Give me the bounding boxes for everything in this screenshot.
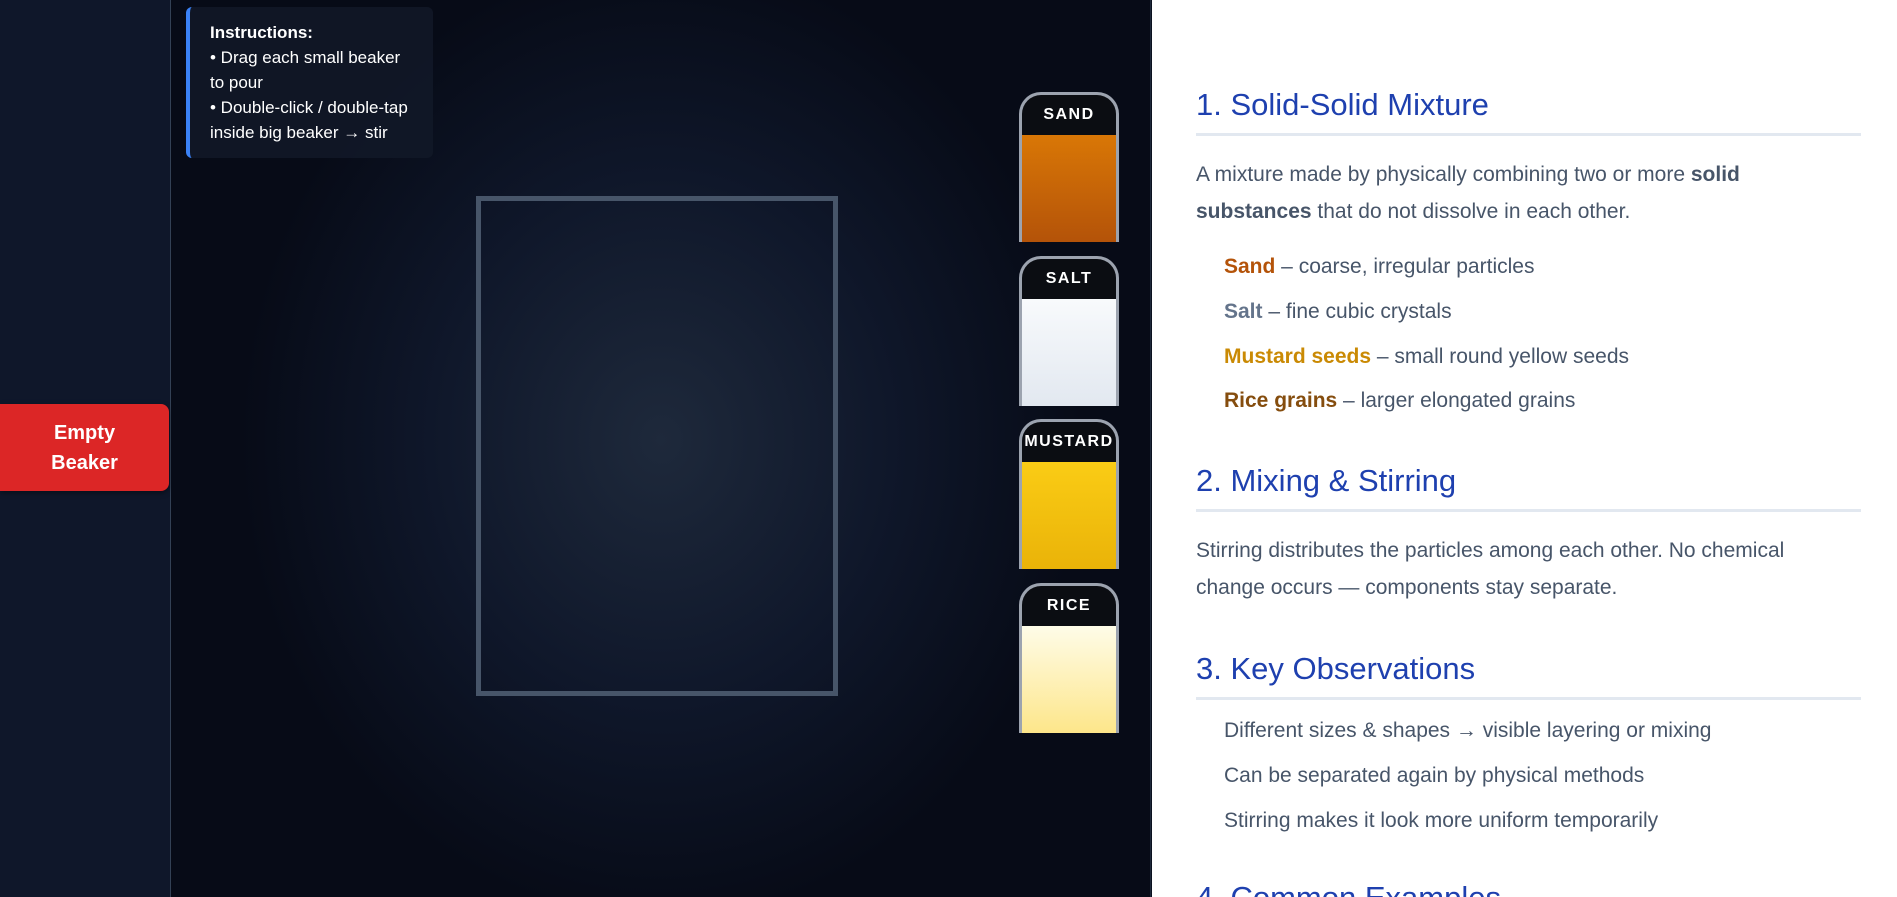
big-beaker[interactable] bbox=[476, 196, 838, 696]
observation-item: Different sizes & shapes → visible layer… bbox=[1224, 719, 1712, 742]
section-heading-solid-mixture: 1. Solid-Solid Mixture bbox=[1196, 87, 1861, 136]
section-heading-examples: 4. Common Examples bbox=[1196, 880, 1861, 897]
left-sidebar: Empty Beaker bbox=[0, 0, 171, 897]
rice-fill bbox=[1022, 626, 1116, 733]
intro-text-end: that do not dissolve in each other. bbox=[1311, 200, 1631, 223]
item-name: Salt bbox=[1224, 300, 1263, 323]
instructions-title: Instructions: bbox=[210, 23, 313, 42]
instructions-panel: Instructions: • Drag each small beaker t… bbox=[186, 7, 433, 158]
list-item-rice: Rice grains – larger elongated grains bbox=[1224, 389, 1575, 413]
item-desc: – coarse, irregular particles bbox=[1275, 255, 1535, 278]
item-name: Rice grains bbox=[1224, 389, 1338, 412]
mustard-beaker-label: MUSTARD bbox=[1024, 433, 1114, 450]
list-item-salt: Salt – fine cubic crystals bbox=[1224, 300, 1452, 324]
lab-area: Instructions: • Drag each small beaker t… bbox=[171, 0, 1151, 897]
instruction-line: • Double-click / double-tap inside big b… bbox=[210, 98, 413, 142]
mustard-beaker[interactable]: MUSTARD bbox=[1019, 419, 1119, 569]
intro-text: A mixture made by physically combining t… bbox=[1196, 163, 1691, 186]
salt-fill bbox=[1022, 299, 1116, 406]
section-heading-mixing: 2. Mixing & Stirring bbox=[1196, 463, 1861, 512]
salt-beaker-label: SALT bbox=[1045, 270, 1093, 287]
sand-fill bbox=[1022, 135, 1116, 242]
mustard-fill bbox=[1022, 462, 1116, 569]
observation-item: Can be separated again by physical metho… bbox=[1224, 764, 1645, 787]
mixing-text: Stirring distributes the particles among… bbox=[1196, 539, 1785, 599]
observation-item: Stirring makes it look more uniform temp… bbox=[1224, 809, 1659, 832]
section-heading-observations: 3. Key Observations bbox=[1196, 651, 1861, 700]
salt-beaker[interactable]: SALT bbox=[1019, 256, 1119, 406]
rice-beaker[interactable]: RICE bbox=[1019, 583, 1119, 733]
item-name: Sand bbox=[1224, 255, 1276, 278]
list-item-sand: Sand – coarse, irregular particles bbox=[1224, 255, 1534, 279]
info-panel: 1. Solid-Solid Mixture A mixture made by… bbox=[1152, 0, 1897, 897]
item-desc: – fine cubic crystals bbox=[1262, 300, 1452, 323]
empty-beaker-button[interactable]: Empty Beaker bbox=[0, 404, 169, 491]
rice-beaker-label: RICE bbox=[1046, 597, 1092, 614]
item-desc: – larger elongated grains bbox=[1337, 389, 1576, 412]
sand-beaker-label: SAND bbox=[1043, 106, 1095, 123]
sand-beaker[interactable]: SAND bbox=[1019, 92, 1119, 242]
list-item-mustard: Mustard seeds – small round yellow seeds bbox=[1224, 345, 1629, 369]
instruction-line: • Drag each small beaker to pour bbox=[210, 48, 405, 92]
item-desc: – small round yellow seeds bbox=[1371, 345, 1630, 368]
solid-mixture-intro: A mixture made by physically combining t… bbox=[1196, 156, 1836, 230]
item-name: Mustard seeds bbox=[1224, 345, 1372, 368]
